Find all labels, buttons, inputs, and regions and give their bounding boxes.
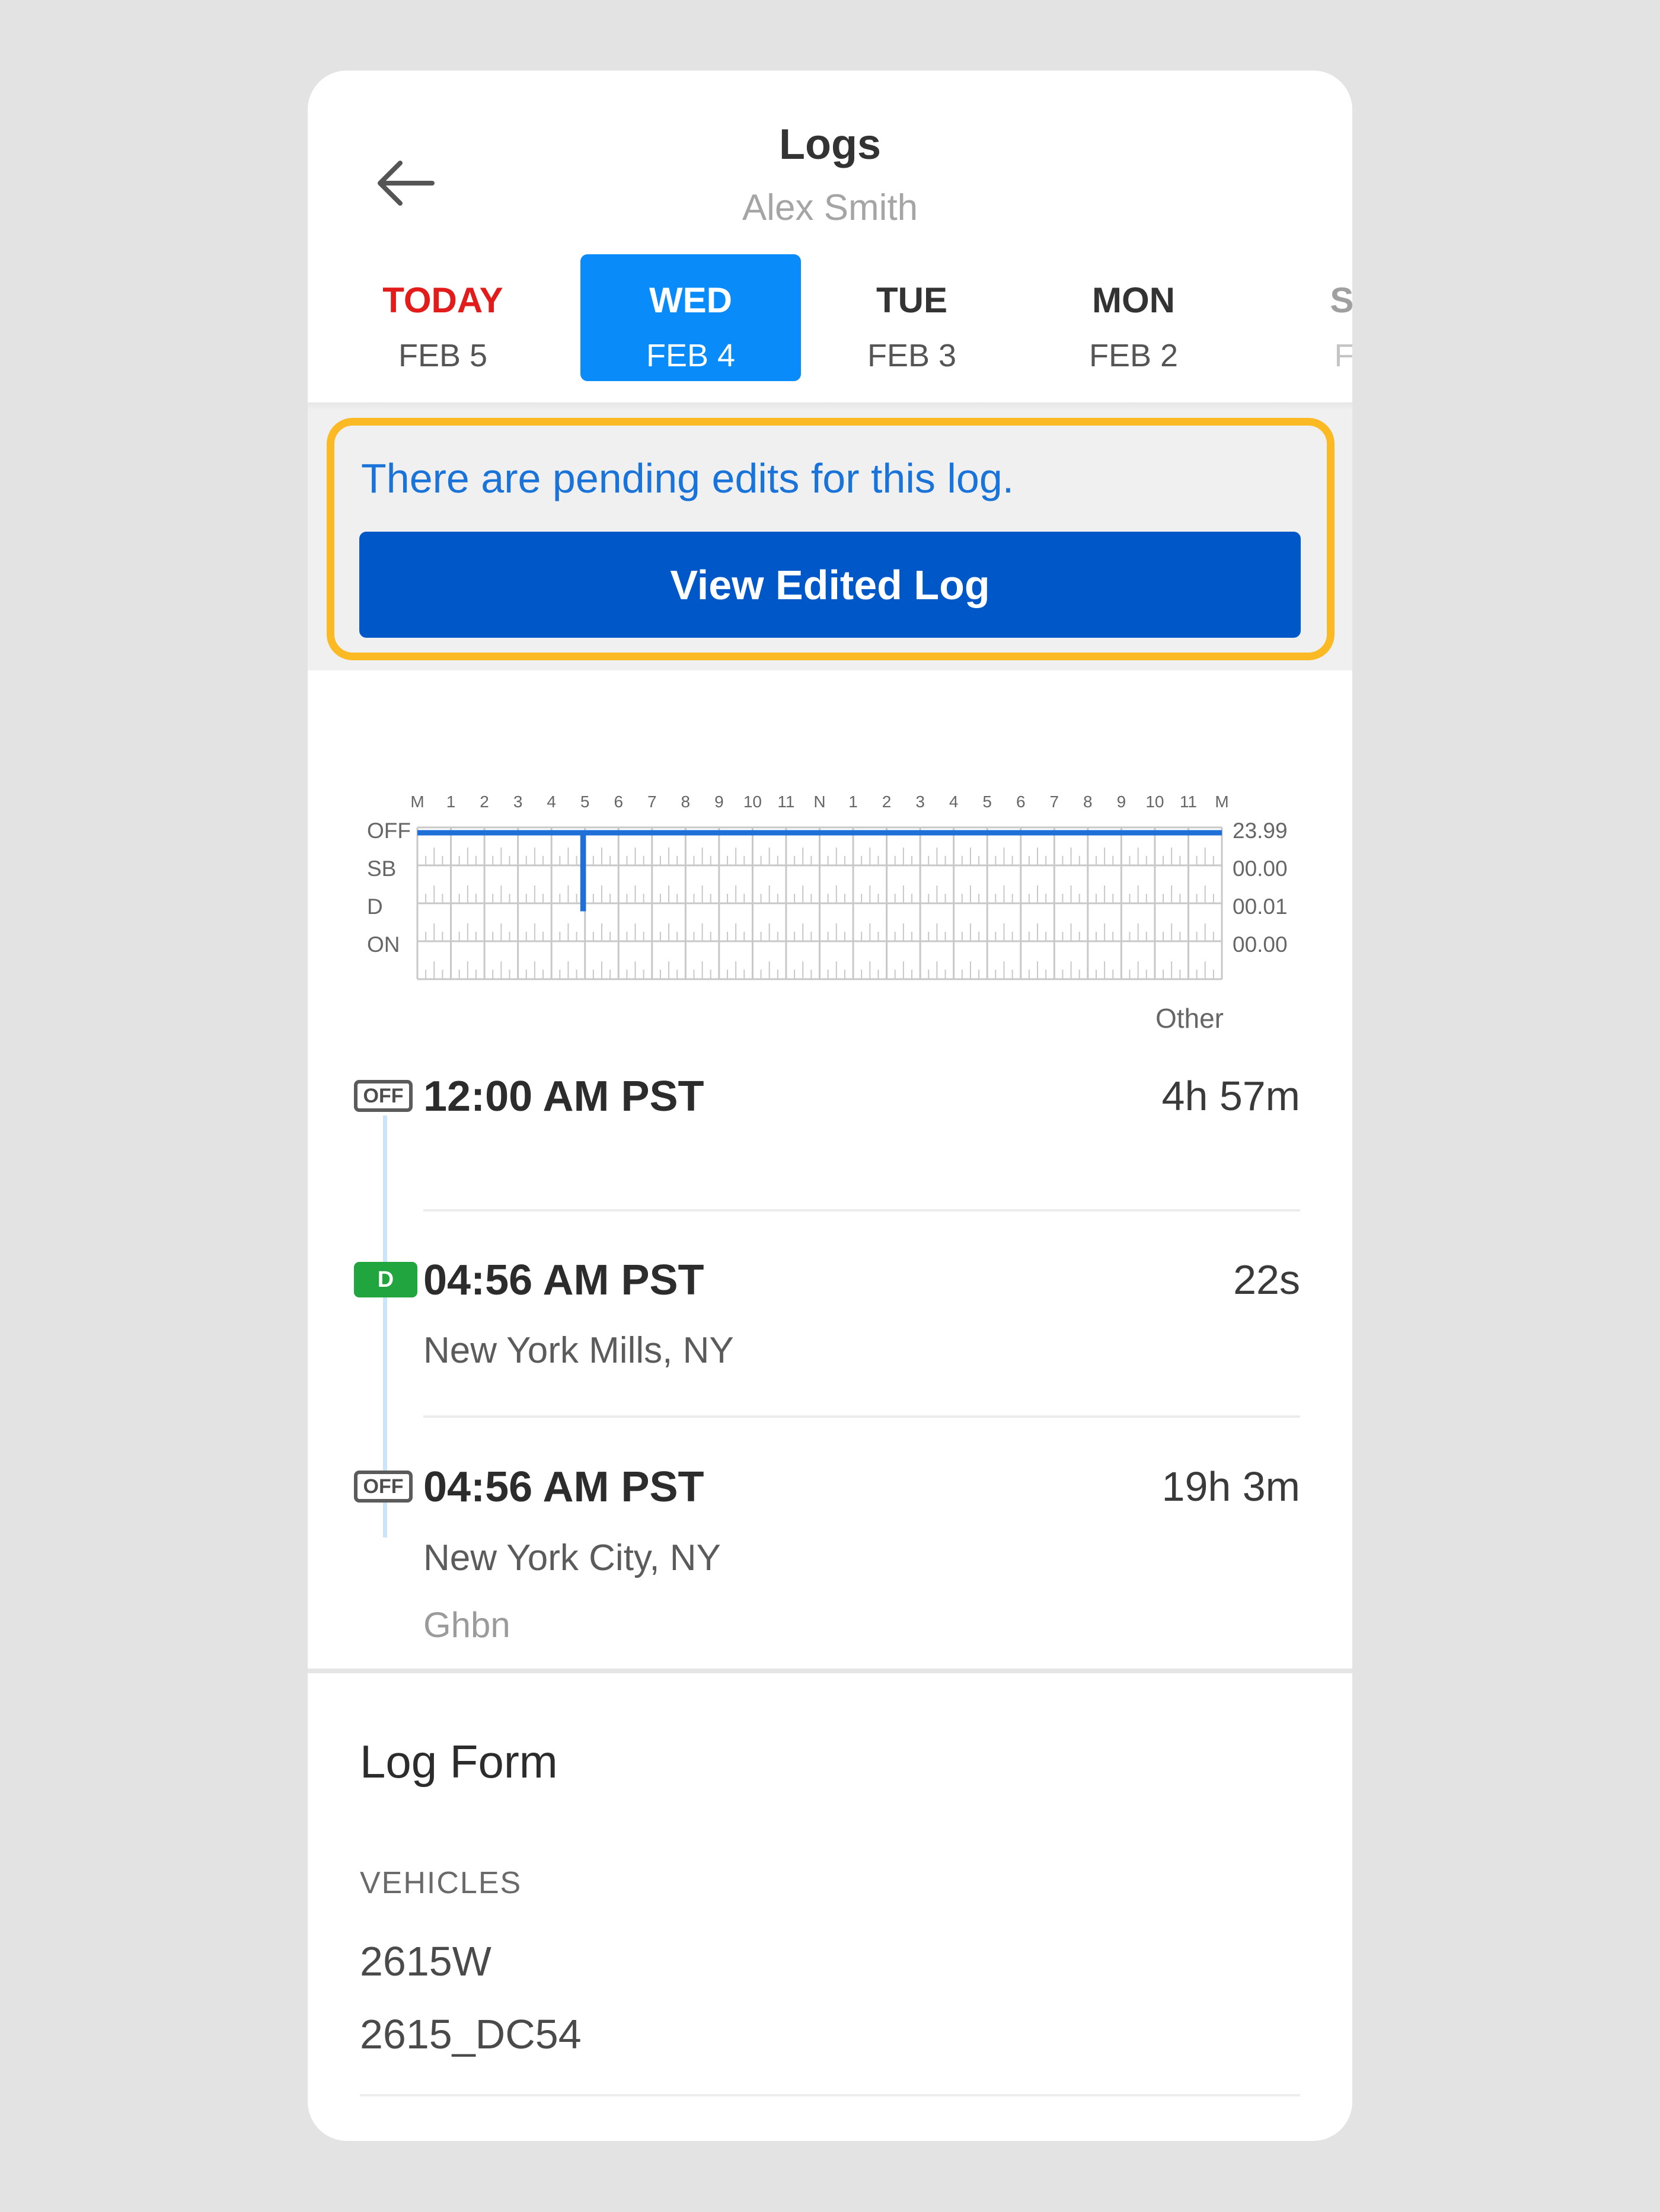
chart-hour-label: 3 <box>513 792 523 811</box>
chart-other-label: Other <box>1155 1003 1224 1034</box>
tab-date: FEB 4 <box>646 338 736 373</box>
chart-hour-label: 1 <box>446 792 456 811</box>
chart-hour-label: 1 <box>848 792 858 811</box>
tab-date: FEB 5 <box>398 338 488 373</box>
chart-total-value: 00.01 <box>1233 894 1288 919</box>
event-time: 12:00 AM PST <box>423 1073 704 1120</box>
tab-date: FEB 3 <box>867 338 957 373</box>
chart-hour-label: 10 <box>743 792 762 811</box>
status-badge-off: OFF <box>354 1080 413 1112</box>
tab-today[interactable]: TODAY FEB 5 <box>333 254 553 381</box>
tab-tue[interactable]: TUE FEB 3 <box>802 254 1022 381</box>
chart-hour-label: 8 <box>681 792 691 811</box>
chart-total-value: 00.00 <box>1233 856 1288 881</box>
chart-hour-label: 2 <box>480 792 489 811</box>
tab-mon[interactable]: MON FEB 2 <box>1023 254 1244 381</box>
chart-hour-label: N <box>813 792 825 811</box>
chart-hour-label: 6 <box>1016 792 1026 811</box>
chart-hour-label: M <box>410 792 424 811</box>
form-divider <box>360 2094 1300 2096</box>
tab-day: TUE <box>876 280 947 320</box>
status-badge-off: OFF <box>354 1471 413 1503</box>
tab-day: WED <box>649 280 732 320</box>
chart-hour-label: 9 <box>714 792 724 811</box>
chart-hour-label: 3 <box>915 792 925 811</box>
chart-hour-label: 2 <box>882 792 892 811</box>
page-title: Logs <box>779 121 881 168</box>
chart-hour-label: 4 <box>547 792 556 811</box>
pending-edits-message: There are pending edits for this log. <box>361 455 1014 501</box>
status-badge-driving: D <box>354 1262 417 1297</box>
chart-row-label: OFF <box>367 819 411 843</box>
chart-hour-label: 11 <box>777 792 794 811</box>
chart-row-label: SB <box>367 856 396 881</box>
event-location: New York Mills, NY <box>423 1330 734 1371</box>
event-divider <box>423 1415 1300 1418</box>
event-time: 04:56 AM PST <box>423 1257 704 1304</box>
log-form-title: Log Form <box>360 1735 558 1788</box>
section-divider <box>308 1668 1352 1673</box>
chart-hour-label: 7 <box>647 792 657 811</box>
tab-day: MON <box>1092 280 1175 320</box>
vehicle-item: 2615W <box>360 1938 491 1984</box>
tab-day: SU <box>1330 280 1352 320</box>
event-duration: 22s <box>1233 1257 1300 1303</box>
chart-total-value: 00.00 <box>1233 932 1288 957</box>
chart-total-value: 23.99 <box>1233 819 1288 843</box>
tab-wed[interactable]: WED FEB 4 <box>580 254 801 381</box>
chart-hour-label: 10 <box>1145 792 1164 811</box>
chart-hour-label: 5 <box>580 792 590 811</box>
chart-hour-label: 7 <box>1050 792 1059 811</box>
event-duration: 4h 57m <box>1161 1073 1300 1119</box>
chart-hour-label: 9 <box>1117 792 1126 811</box>
chart-hour-label: 8 <box>1083 792 1093 811</box>
chart-hour-label: 5 <box>982 792 992 811</box>
chart-hour-label: 4 <box>949 792 959 811</box>
view-edited-log-button[interactable]: View Edited Log <box>359 532 1301 638</box>
event-note: Ghbn <box>423 1605 510 1645</box>
chart-hour-label: M <box>1215 792 1228 811</box>
event-time: 04:56 AM PST <box>423 1463 704 1511</box>
duty-status-chart: M 1 2 3 4 5 6 7 8 9 10 11 N 1 2 3 4 5 6 7 8 9 10 11 M OFF 23.99 SB 0… <box>367 792 1288 1034</box>
chart-row-label: ON <box>367 932 400 957</box>
header-divider <box>308 402 1352 410</box>
chart-hour-label: 6 <box>614 792 623 811</box>
tab-date: FEB 2 <box>1088 338 1179 373</box>
event-location: New York City, NY <box>423 1537 721 1578</box>
tab-date: FE <box>1334 338 1352 373</box>
tab-sun[interactable]: SU FE <box>1244 254 1352 381</box>
driver-name: Alex Smith <box>742 187 918 228</box>
vehicles-label: VEHICLES <box>360 1866 522 1900</box>
event-divider <box>423 1209 1300 1212</box>
logs-screen: Logs Alex Smith TODAY FEB 5 WED FEB 4 TU… <box>308 71 1352 2141</box>
tab-day: TODAY <box>382 280 503 320</box>
chart-row-label: D <box>367 894 383 919</box>
vehicle-item: 2615_DC54 <box>360 2011 582 2057</box>
event-duration: 19h 3m <box>1161 1463 1300 1510</box>
chart-hour-label: 11 <box>1180 792 1197 811</box>
